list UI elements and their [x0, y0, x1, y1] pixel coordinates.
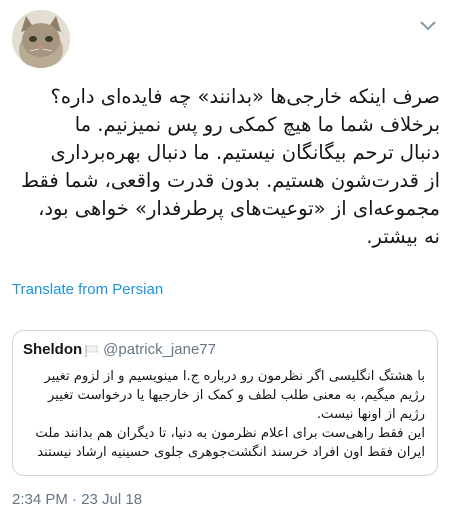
tweet-text-line: دنبال ترحم بیگانگان نیستیم. ما دنبال بهر…	[50, 141, 441, 164]
quoted-tweet-header: Sheldon @patrick_jane77	[23, 341, 216, 358]
tweet-timestamp[interactable]: 2:34 PM · 23 Jul 18	[12, 491, 142, 508]
quoted-text-line: ایران فقط اون افراد خرسند انگشت‌جوهری جل…	[37, 445, 425, 460]
tweet-text: صرف اینکه خارجی‌ها «بدانند» چه فایده‌ای …	[10, 83, 440, 251]
translate-link[interactable]: Translate from Persian	[12, 281, 163, 298]
quoted-tweet-text: با هشتگ انگلیسی اگر نظرمون رو درباره ج.ا…	[21, 367, 425, 462]
quoted-text-line: رژیم از اونها نیست.	[316, 407, 425, 422]
quoted-text-line: این فقط راهی‌ست برای اعلام نظرمون به دنی…	[35, 426, 425, 441]
tweet-text-line: صرف اینکه خارجی‌ها «بدانند» چه فایده‌ای …	[50, 85, 440, 108]
tweet-text-line: نه بیشتر.	[366, 225, 440, 248]
avatar[interactable]	[12, 10, 70, 68]
tweet-text-line: از قدرت‌شون هستیم. بدون قدرت واقعی، شما …	[20, 169, 440, 192]
tweet-text-line: برخلاف شما ما هیچ کمکی رو پس نمیزنیم. ما	[74, 113, 440, 136]
tweet-text-line: مجموعه‌ای از «توعیت‌های پرطرفدار» خواهی …	[38, 197, 440, 220]
cat-avatar-icon	[12, 10, 70, 68]
quoted-text-line: با هشتگ انگلیسی اگر نظرمون رو درباره ج.ا…	[44, 369, 425, 384]
quoted-text-line: رژیم میگیم، به معنی طلب لطف و کمک از خار…	[48, 388, 425, 403]
quoted-author-handle[interactable]: @patrick_jane77	[103, 341, 216, 358]
quoted-author-name[interactable]: Sheldon	[23, 341, 82, 358]
chevron-down-icon[interactable]	[418, 18, 438, 32]
quoted-tweet[interactable]: Sheldon @patrick_jane77 با هشتگ انگلیسی …	[12, 330, 438, 476]
white-flag-icon	[85, 344, 99, 357]
